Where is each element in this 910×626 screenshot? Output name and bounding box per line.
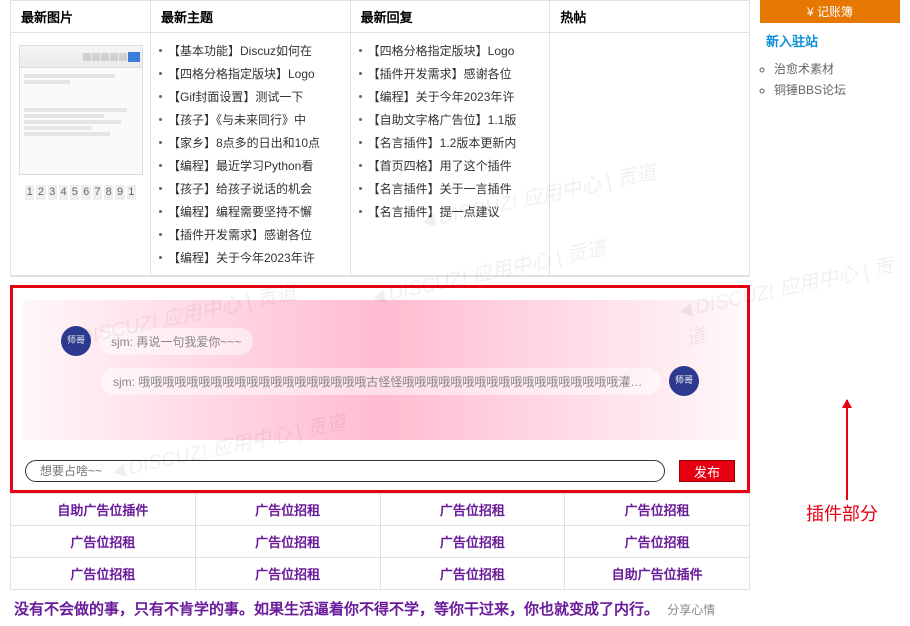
message-bubble: sjm: 哦哦哦哦哦哦哦哦哦哦哦哦哦哦哦哦哦哦哦古怪怪哦哦哦哦哦哦哦哦哦哦哦哦哦… — [101, 368, 661, 395]
reply-item[interactable]: 【四格分格指定版块】Logo — [359, 39, 542, 62]
image-pager[interactable]: 1234567891 — [19, 181, 142, 204]
quote-text: 没有不会做的事，只有不肯学的事。如果生活逼着你不得不学，等你干过来，你也就变成了… — [10, 590, 750, 626]
topic-item[interactable]: 【四格分格指定版块】Logo — [159, 62, 342, 85]
publish-button[interactable]: 发布 — [679, 460, 735, 482]
topic-item[interactable]: 【基本功能】Discuz如何在 — [159, 39, 342, 62]
topic-item[interactable]: 【家乡】8点多的日出和10点 — [159, 131, 342, 154]
latest-image-thumb[interactable] — [19, 45, 143, 175]
topic-item[interactable]: 【孩子】《与未来同行》中 — [159, 108, 342, 131]
shout-message: sjm: 哦哦哦哦哦哦哦哦哦哦哦哦哦哦哦哦哦哦哦古怪怪哦哦哦哦哦哦哦哦哦哦哦哦哦… — [61, 366, 699, 396]
ad-cell[interactable]: 自助广告位插件 — [11, 493, 196, 525]
forum-tabs-box: 最新图片 — [10, 0, 750, 277]
ledger-button[interactable]: ¥ 记账簿 — [760, 0, 900, 23]
sidebar-site-item[interactable]: 治愈术素材 — [774, 58, 900, 79]
tab-images[interactable]: 最新图片 — [11, 1, 150, 33]
reply-item[interactable]: 【编程】关于今年2023年许 — [359, 85, 542, 108]
shout-input[interactable] — [25, 460, 665, 482]
reply-item[interactable]: 【自助文字格广告位】1.1版 — [359, 108, 542, 131]
shout-message: 师哥 sjm: 再说一句我爱你~~~ — [61, 326, 699, 356]
topic-item[interactable]: 【Gif封面设置】测试一下 — [159, 85, 342, 108]
ad-cell[interactable]: 广告位招租 — [196, 525, 381, 557]
annotation-arrow-icon — [846, 400, 848, 500]
topic-item[interactable]: 【插件开发需求】感谢各位 — [159, 223, 342, 246]
reply-item[interactable]: 【名言插件】提一点建议 — [359, 200, 542, 223]
plugin-highlight-area: 师哥 sjm: 再说一句我爱你~~~ sjm: 哦哦哦哦哦哦哦哦哦哦哦哦哦哦哦哦… — [10, 285, 750, 493]
annotation-label: 插件部分 — [782, 500, 902, 526]
quote-sub[interactable]: 分享心情 — [667, 603, 715, 617]
ad-cell[interactable]: 广告位招租 — [196, 493, 381, 525]
sidebar-site-item[interactable]: 铜锤BBS论坛 — [774, 79, 900, 100]
replies-list: 【四格分格指定版块】Logo 【插件开发需求】感谢各位 【编程】关于今年2023… — [351, 33, 550, 229]
reply-item[interactable]: 【名言插件】1.2版本更新内 — [359, 131, 542, 154]
topics-list: 【基本功能】Discuz如何在 【四格分格指定版块】Logo 【Gif封面设置】… — [151, 33, 350, 275]
topic-item[interactable]: 【编程】关于今年2023年许 — [159, 246, 342, 269]
message-bubble: sjm: 再说一句我爱你~~~ — [99, 328, 253, 355]
hot-list — [550, 33, 749, 193]
tab-hot[interactable]: 热帖 — [550, 1, 749, 33]
ad-cell[interactable]: 广告位招租 — [196, 557, 381, 589]
ad-grid: 自助广告位插件 广告位招租 广告位招租 广告位招租 广告位招租 广告位招租 广告… — [10, 493, 750, 590]
ad-cell[interactable]: 自助广告位插件 — [565, 557, 749, 589]
ad-cell[interactable]: 广告位招租 — [381, 525, 566, 557]
reply-item[interactable]: 【首页四格】用了这个插件 — [359, 154, 542, 177]
topic-item[interactable]: 【孩子】给孩子说话的机会 — [159, 177, 342, 200]
tab-topics[interactable]: 最新主题 — [151, 1, 350, 33]
ad-cell[interactable]: 广告位招租 — [11, 525, 196, 557]
avatar: 师哥 — [669, 366, 699, 396]
shoutbox: 师哥 sjm: 再说一句我爱你~~~ sjm: 哦哦哦哦哦哦哦哦哦哦哦哦哦哦哦哦… — [21, 300, 739, 440]
reply-item[interactable]: 【插件开发需求】感谢各位 — [359, 62, 542, 85]
ad-cell[interactable]: 广告位招租 — [565, 493, 749, 525]
ad-cell[interactable]: 广告位招租 — [381, 557, 566, 589]
topic-item[interactable]: 【编程】编程需要坚持不懈 — [159, 200, 342, 223]
ad-cell[interactable]: 广告位招租 — [11, 557, 196, 589]
reply-item[interactable]: 【名言插件】关于一言插件 — [359, 177, 542, 200]
topic-item[interactable]: 【编程】最近学习Python看 — [159, 154, 342, 177]
tab-replies[interactable]: 最新回复 — [351, 1, 550, 33]
sidebar-section-title[interactable]: 新入驻站 — [760, 27, 900, 54]
avatar: 师哥 — [61, 326, 91, 356]
ad-cell[interactable]: 广告位招租 — [565, 525, 749, 557]
sidebar: ¥ 记账簿 新入驻站 治愈术素材 铜锤BBS论坛 — [750, 0, 900, 626]
ad-cell[interactable]: 广告位招租 — [381, 493, 566, 525]
